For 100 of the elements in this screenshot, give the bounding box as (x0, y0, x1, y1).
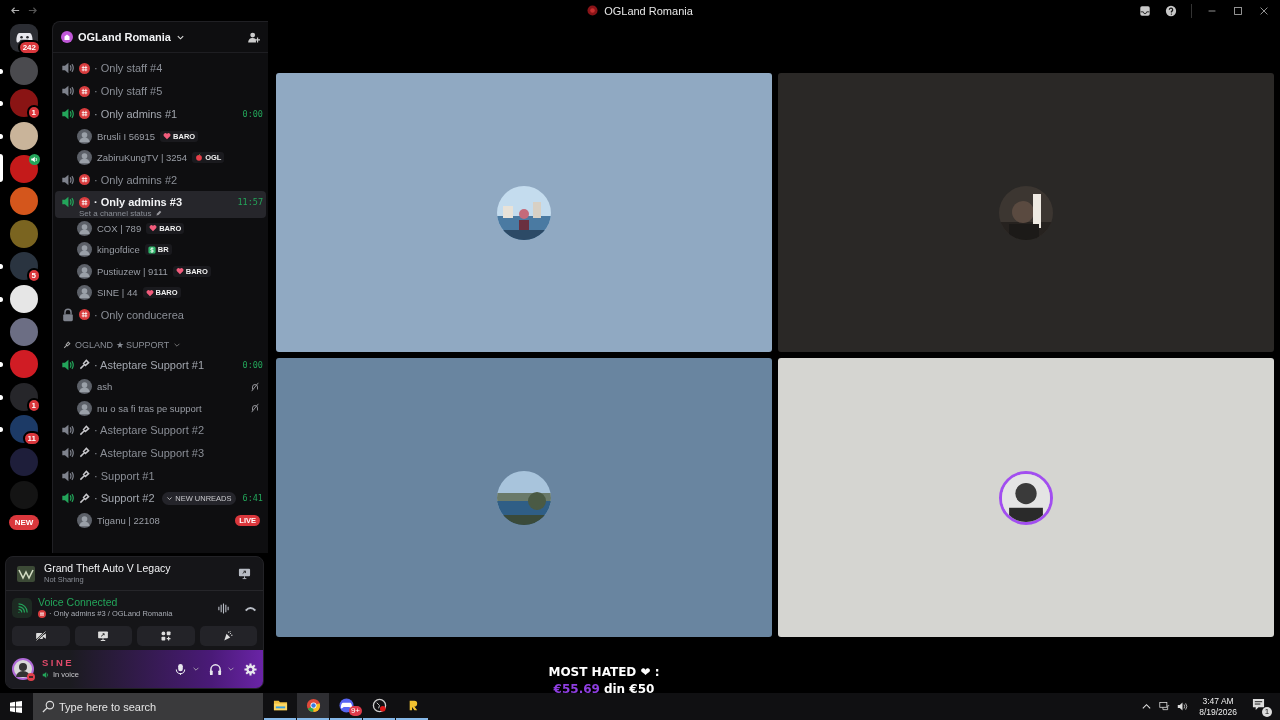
help-icon[interactable] (1165, 4, 1177, 17)
heart-icon (145, 288, 154, 297)
pencil-icon[interactable] (154, 209, 162, 217)
emblem-icon (79, 108, 90, 120)
search-icon (42, 700, 55, 713)
channel-name: · Only admins #2 (94, 173, 178, 186)
microphone-icon (79, 447, 90, 459)
user-avatar[interactable] (12, 658, 34, 680)
voice-channel[interactable]: · Asteptare Support #2 (55, 418, 266, 442)
caret-icon[interactable] (1141, 701, 1153, 712)
member-name[interactable]: ZabiruKungTV | 3254 (97, 151, 188, 163)
video-tile[interactable] (276, 73, 772, 352)
server-icon[interactable] (10, 285, 38, 314)
taskbar-app[interactable] (297, 693, 329, 720)
user-avatar[interactable] (77, 263, 92, 279)
voice-channel[interactable]: · Asteptare Support #3 (55, 441, 266, 465)
forward-icon[interactable] (27, 5, 38, 16)
record-icon (371, 698, 387, 713)
network-icon[interactable] (1159, 701, 1171, 712)
call-timer: 0:00 (242, 359, 263, 370)
status-dot (27, 673, 35, 681)
microphone-icon (79, 493, 90, 504)
emblem-icon (79, 309, 90, 321)
channel-name: · Asteptare Support #2 (94, 424, 205, 437)
taskbar-app[interactable]: 9+ (330, 693, 362, 720)
voice-channel[interactable]: · Support #1 (55, 464, 266, 488)
camera-off-button[interactable] (12, 626, 70, 646)
server-icon[interactable] (10, 154, 38, 183)
member-name[interactable]: SINE | 44 (97, 287, 138, 299)
new-badge[interactable]: NEW (8, 514, 40, 530)
back-icon[interactable] (10, 5, 21, 16)
user-avatar[interactable] (77, 285, 92, 301)
volume-icon[interactable] (1177, 701, 1189, 712)
server-icon (587, 5, 599, 16)
notification-badge: 9+ (348, 706, 362, 716)
share-screen-button[interactable] (74, 626, 132, 646)
server-icon[interactable] (10, 122, 38, 151)
search-field[interactable]: Type here to search (33, 693, 263, 720)
user-avatar[interactable] (77, 513, 92, 529)
microphone-icon[interactable] (174, 662, 187, 676)
channel-status[interactable]: Set a channel status (79, 208, 152, 218)
member-name[interactable]: nu o sa fi tras pe support (97, 402, 202, 414)
channel-name: · Only staff #5 (94, 85, 163, 98)
video-tile[interactable] (778, 358, 1274, 637)
category-title[interactable]: OGLAND ★ SUPPORT (75, 340, 170, 351)
user-avatar[interactable] (77, 400, 92, 416)
folder-icon (272, 698, 288, 713)
voice-status[interactable]: Voice Connected (38, 596, 173, 608)
username[interactable]: SINE (42, 657, 79, 669)
screen-share-icon[interactable] (238, 567, 251, 580)
maximize-button[interactable] (1232, 4, 1244, 17)
activities-button[interactable] (137, 626, 195, 646)
user-avatar[interactable] (77, 242, 92, 258)
user-avatar[interactable] (77, 220, 92, 236)
call-timer: 6:41 (242, 493, 263, 504)
camera-off-icon (34, 630, 47, 642)
voice-channel[interactable]: · Only staff #5 (55, 79, 266, 103)
user-avatar[interactable] (77, 128, 92, 144)
member-name[interactable]: Pustiuzew | 9111 (97, 265, 168, 277)
soundwave-icon[interactable] (217, 601, 230, 615)
member-name[interactable]: ash (97, 381, 113, 393)
clock-time[interactable]: 3:47 AM (1202, 695, 1234, 707)
member-name[interactable]: kingofdice (97, 244, 140, 256)
video-tile[interactable] (778, 73, 1274, 352)
channel-name: · Support #1 (94, 469, 155, 482)
server-name[interactable]: OGLand Romania (78, 31, 171, 43)
server-icon[interactable] (10, 252, 38, 281)
voice-channel[interactable]: · Only admins #2 (55, 168, 266, 191)
member-name[interactable]: Tiganu | 22108 (97, 515, 160, 527)
settings-icon[interactable] (244, 662, 257, 676)
voice-channel[interactable]: · Only admins #1 0:00 (55, 102, 266, 126)
notification-icon[interactable] (1252, 697, 1265, 711)
start-icon[interactable] (10, 700, 22, 713)
channel-name: · Only admins #3 (94, 196, 183, 209)
overlay-title: MOST HATED ❤ : (548, 664, 660, 681)
chevron-icon (166, 495, 174, 502)
server-icon (61, 31, 73, 43)
voice-channel[interactable]: · Asteptare Support #1 0:00 (55, 353, 266, 376)
window-title: OGLand Romania (604, 4, 693, 17)
inbox-icon[interactable] (1139, 4, 1151, 17)
voice-channel[interactable]: · Only staff #4 (55, 57, 266, 80)
lock-icon (61, 307, 75, 322)
member-name[interactable]: COX | 789 (97, 222, 142, 234)
channel-name: · Asteptare Support #1 (94, 358, 205, 371)
member-name[interactable]: Brusli I 56915 (97, 130, 156, 142)
clock-date[interactable]: 8/19/2026 (1199, 706, 1237, 718)
emblem-icon (79, 85, 90, 97)
user-avatar[interactable] (77, 379, 92, 395)
channel-name: · Only staff #4 (94, 62, 163, 75)
microphone-icon (79, 424, 90, 436)
voice-channel[interactable]: · Only conducerea (55, 303, 266, 327)
video-tile[interactable] (276, 358, 772, 637)
microphone-icon (79, 359, 90, 370)
voice-channel[interactable]: · Only admins #3 11:57 Set a channel status (55, 190, 266, 218)
user-avatar[interactable] (77, 149, 92, 165)
browser-icon (305, 698, 321, 713)
headphones-icon[interactable] (209, 662, 222, 676)
emblem-icon (79, 174, 90, 186)
channel-name: · Only admins #1 (94, 108, 178, 120)
add-member-icon[interactable] (247, 30, 260, 44)
